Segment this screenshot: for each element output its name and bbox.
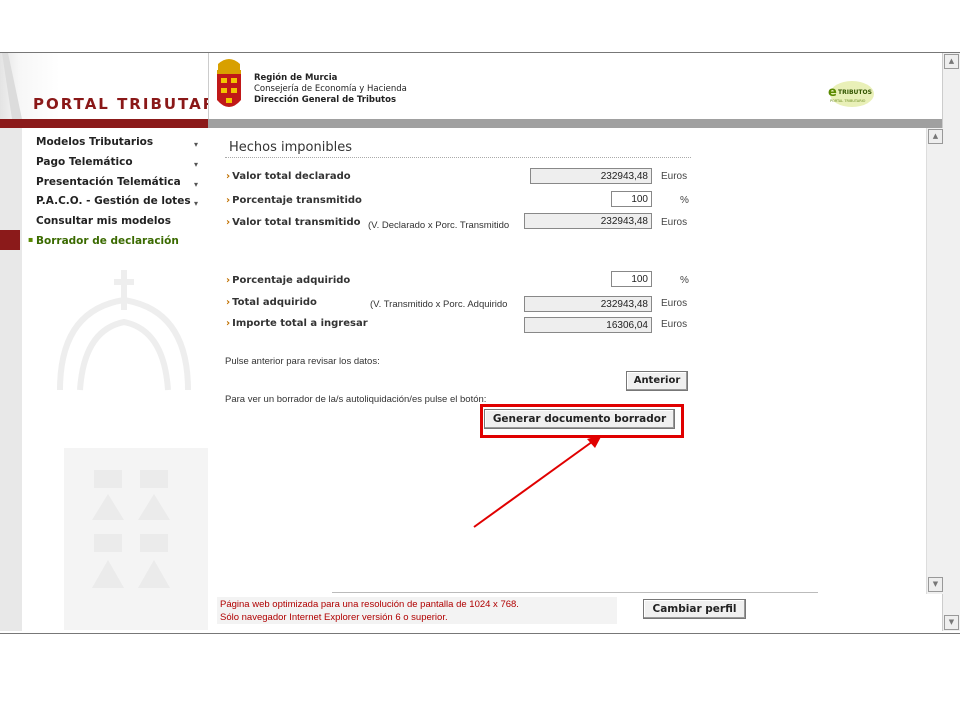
header-region: Región de Murcia: [254, 73, 338, 83]
review-instruction: Pulse anterior para revisar los datos:: [225, 356, 380, 367]
draft-instruction: Para ver un borrador de la/s autoliquida…: [225, 394, 487, 405]
inner-scroll-up-icon[interactable]: ▲: [928, 129, 943, 144]
bullet-arrow-icon: ›: [226, 171, 231, 182]
row-porcentaje-adquirido: › Porcentaje adquirido: [226, 275, 350, 286]
sidebar-item-consultar-modelos[interactable]: Consultar mis modelos: [36, 215, 171, 227]
active-bullet-icon: ▪: [28, 235, 34, 244]
etributos-logo: e TRIBUTOS PORTAL TRIBUTARIO: [828, 81, 874, 107]
left-strip: [0, 128, 23, 631]
porcentaje-adquirido-field[interactable]: 100: [611, 271, 652, 287]
sidebar-item-presentacion-telematica[interactable]: Presentación Telemática: [36, 176, 181, 188]
active-item-marker: [0, 230, 20, 250]
bullet-arrow-icon: ›: [226, 297, 231, 308]
bullet-arrow-icon: ›: [226, 318, 231, 329]
total-adquirido-field[interactable]: 232943,48: [524, 296, 652, 312]
cambiar-perfil-button[interactable]: Cambiar perfil: [643, 599, 746, 619]
row-valor-total-transmitido: › Valor total transmitido: [226, 217, 360, 228]
row-total-adquirido: › Total adquirido: [226, 297, 317, 308]
label-total-adquirido: Total adquirido: [232, 297, 317, 308]
note-transmitido: (V. Declarado x Porc. Transmitido: [368, 220, 510, 231]
unit-euros: Euros: [661, 298, 688, 309]
valor-total-transmitido-field[interactable]: 232943,48: [524, 213, 652, 229]
importe-total-field[interactable]: 16306,04: [524, 317, 652, 333]
chevron-down-icon[interactable]: ▾: [194, 180, 198, 189]
inner-scrollbar[interactable]: [926, 128, 943, 594]
bullet-arrow-icon: ›: [226, 217, 231, 228]
left-red-bar: [0, 119, 208, 128]
svg-text:TRIBUTOS: TRIBUTOS: [838, 89, 872, 96]
chevron-down-icon[interactable]: ▾: [194, 199, 198, 208]
unit-euros: Euros: [661, 171, 688, 182]
row-importe-total: › Importe total a ingresar: [226, 318, 368, 329]
section-title: Hechos imponibles: [229, 140, 352, 155]
outer-scrollbar[interactable]: [942, 53, 960, 631]
label-porcentaje-adquirido: Porcentaje adquirido: [232, 275, 351, 286]
region-murcia-shield-icon: [217, 59, 241, 107]
label-valor-total-transmitido: Valor total transmitido: [232, 217, 361, 228]
unit-euros: Euros: [661, 217, 688, 228]
chevron-down-icon[interactable]: ▾: [194, 140, 198, 149]
label-valor-total-declarado: Valor total declarado: [232, 171, 351, 182]
logo-swoosh-icon: [2, 53, 22, 119]
scroll-down-icon[interactable]: ▼: [944, 615, 959, 630]
footer-divider: [332, 592, 818, 593]
header-gray-bar: [208, 119, 942, 128]
unit-euros: Euros: [661, 319, 688, 330]
inner-scroll-down-icon[interactable]: ▼: [928, 577, 943, 592]
porcentaje-transmitido-field[interactable]: 100: [611, 191, 652, 207]
sidebar-item-paco[interactable]: P.A.C.O. - Gestión de lotes: [36, 195, 191, 207]
title-divider: [225, 157, 691, 158]
header-consejeria: Consejería de Economía y Hacienda: [254, 84, 407, 94]
watermark-crest-icon: [57, 270, 208, 630]
unit-percent: %: [680, 195, 689, 206]
anterior-button[interactable]: Anterior: [626, 371, 688, 391]
footer-browser-note: Sólo navegador Internet Explorer versión…: [220, 612, 448, 623]
bullet-arrow-icon: ›: [226, 275, 231, 286]
scroll-up-icon[interactable]: ▲: [944, 54, 959, 69]
row-porcentaje-transmitido: › Porcentaje transmitido: [226, 195, 362, 206]
annotation-arrow-icon: [473, 435, 602, 528]
sidebar-item-modelos-tributarios[interactable]: Modelos Tributarios: [36, 136, 153, 148]
unit-percent: %: [680, 275, 689, 286]
svg-text:PORTAL TRIBUTARIO: PORTAL TRIBUTARIO: [830, 99, 866, 103]
chevron-down-icon[interactable]: ▾: [194, 160, 198, 169]
label-importe-total: Importe total a ingresar: [232, 318, 368, 329]
header-direccion: Dirección General de Tributos: [254, 95, 397, 105]
row-valor-total-declarado: › Valor total declarado: [226, 171, 351, 182]
valor-total-declarado-field[interactable]: 232943,48: [530, 168, 652, 184]
footer-resolution-note: Página web optimizada para una resolució…: [220, 599, 519, 610]
label-porcentaje-transmitido: Porcentaje transmitido: [232, 195, 362, 206]
svg-text:e: e: [828, 85, 837, 100]
bullet-arrow-icon: ›: [226, 195, 231, 206]
sidebar-item-borrador[interactable]: Borrador de declaración: [36, 235, 179, 247]
sidebar-item-pago-telematico[interactable]: Pago Telemático: [36, 156, 133, 168]
note-adquirido: (V. Transmitido x Porc. Adquirido: [370, 299, 508, 310]
